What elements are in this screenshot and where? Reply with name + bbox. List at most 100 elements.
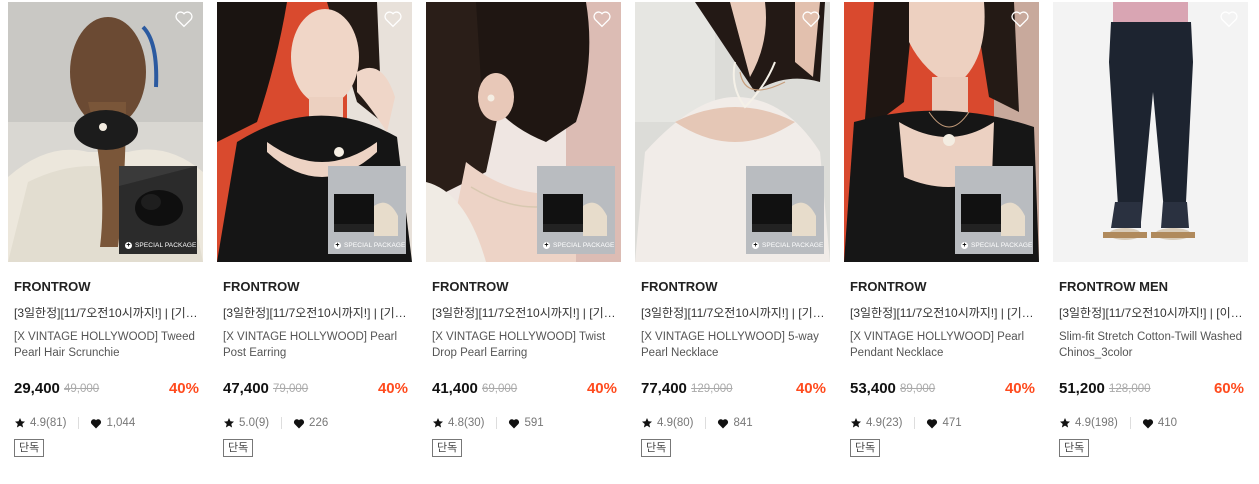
heart-icon [927, 418, 938, 428]
exclusive-badge: 단독 [223, 439, 254, 457]
plus-icon: + [752, 242, 759, 249]
sale-price: 41,400 [432, 380, 478, 397]
wishlist-button[interactable] [592, 10, 612, 28]
plus-icon: + [125, 242, 132, 249]
likes-count: 591 [524, 417, 544, 429]
product-stats: 5.0(9) 226 [223, 415, 328, 431]
brand-name[interactable]: FRONTROW [14, 279, 91, 294]
product-title[interactable]: [X VINTAGE HOLLYWOOD] Pearl Post Earring [223, 329, 409, 363]
likes-count: 410 [1157, 417, 1178, 429]
wishlist-button[interactable] [383, 10, 403, 28]
original-price: 129,000 [691, 383, 733, 395]
star-icon [15, 418, 25, 428]
star-icon [1060, 418, 1070, 428]
product-image[interactable] [1053, 2, 1248, 262]
sale-price: 51,200 [1059, 380, 1105, 397]
special-package-label: + SPECIAL PACKAGE [961, 242, 1033, 249]
special-package-label: + SPECIAL PACKAGE [752, 242, 824, 249]
likes-count: 1,044 [106, 417, 136, 429]
exclusive-badge: 단독 [432, 439, 463, 457]
discount-rate: 40% [377, 380, 408, 397]
product-stats: 4.9(23) 471 [850, 415, 962, 431]
discount-rate: 40% [795, 380, 826, 397]
product-title[interactable]: Slim-fit Stretch Cotton-Twill Washed Chi… [1059, 329, 1245, 363]
product-title-promo[interactable]: [3일한정][11/7오전10시까지!] | [기프… [14, 304, 200, 321]
product-image[interactable]: + SPECIAL PACKAGE [635, 2, 830, 262]
heart-icon [509, 418, 520, 428]
exclusive-badge: 단독 [850, 439, 881, 457]
sale-price: 29,400 [14, 380, 60, 397]
rating-text: 4.9(198) [1075, 417, 1118, 429]
sale-price: 53,400 [850, 380, 896, 397]
sale-price: 47,400 [223, 380, 269, 397]
product-image[interactable]: + SPECIAL PACKAGE [8, 2, 203, 262]
discount-rate: 60% [1213, 380, 1244, 397]
product-title[interactable]: [X VINTAGE HOLLYWOOD] Twist Drop Pearl E… [432, 329, 618, 363]
wishlist-button[interactable] [174, 10, 194, 28]
product-stats: 4.9(81) 1,044 [14, 415, 135, 431]
product-title-promo[interactable]: [3일한정][11/7오전10시까지!] | [기프… [432, 304, 618, 321]
brand-name[interactable]: FRONTROW [850, 279, 927, 294]
wishlist-button[interactable] [801, 10, 821, 28]
discount-rate: 40% [168, 380, 199, 397]
product-title-promo[interactable]: [3일한정][11/7오전10시까지!] | [이선… [1059, 304, 1245, 321]
special-package-label: + SPECIAL PACKAGE [334, 242, 406, 249]
brand-name[interactable]: FRONTROW [641, 279, 718, 294]
product-card[interactable]: + SPECIAL PACKAGE FRONTROW [3일한정][11/7오전1… [217, 2, 412, 472]
special-package-thumbnail: + SPECIAL PACKAGE [537, 166, 615, 254]
brand-name[interactable]: FRONTROW [432, 279, 509, 294]
heart-outline-icon [175, 11, 193, 28]
heart-outline-icon [1011, 11, 1029, 28]
heart-icon [293, 418, 305, 428]
likes-count: 471 [942, 417, 962, 429]
special-package-label: + SPECIAL PACKAGE [543, 242, 615, 249]
rating-text: 4.8(30) [448, 417, 485, 429]
brand-name[interactable]: FRONTROW [223, 279, 300, 294]
product-card[interactable]: + SPECIAL PACKAGE FRONTROW [3일한정][11/7오전1… [426, 2, 621, 472]
product-image[interactable]: + SPECIAL PACKAGE [217, 2, 412, 262]
product-title[interactable]: [X VINTAGE HOLLYWOOD] 5-way Pearl Neckla… [641, 329, 827, 363]
original-price: 89,000 [900, 383, 936, 395]
rating-text: 4.9(81) [30, 417, 67, 429]
exclusive-badge: 단독 [1059, 439, 1090, 457]
plus-icon: + [961, 242, 968, 249]
original-price: 79,000 [273, 383, 309, 395]
star-icon [224, 418, 234, 428]
exclusive-badge: 단독 [14, 439, 45, 457]
original-price: 69,000 [482, 383, 518, 395]
plus-icon: + [334, 242, 341, 249]
heart-outline-icon [802, 11, 820, 28]
discount-rate: 40% [586, 380, 617, 397]
product-card[interactable]: + SPECIAL PACKAGE FRONTROW [3일한정][11/7오전1… [635, 2, 830, 472]
special-package-thumbnail: + SPECIAL PACKAGE [955, 166, 1033, 254]
heart-icon [91, 418, 102, 428]
product-title-promo[interactable]: [3일한정][11/7오전10시까지!] | [기프… [223, 304, 409, 321]
product-stats: 4.9(80) 841 [641, 415, 753, 431]
product-title[interactable]: [X VINTAGE HOLLYWOOD] Pearl Pendant Neck… [850, 329, 1036, 363]
likes-count: 841 [733, 417, 753, 429]
exclusive-badge: 단독 [641, 439, 672, 457]
product-title-promo[interactable]: [3일한정][11/7오전10시까지!] | [기프… [641, 304, 827, 321]
product-card[interactable]: FRONTROW MEN [3일한정][11/7오전10시까지!] | [이선…… [1053, 2, 1248, 472]
product-card[interactable]: + SPECIAL PACKAGE FRONTROW [3일한정][11/7오전1… [844, 2, 1039, 472]
product-image[interactable]: + SPECIAL PACKAGE [844, 2, 1039, 262]
product-title-promo[interactable]: [3일한정][11/7오전10시까지!] | [기프… [850, 304, 1036, 321]
product-title[interactable]: [X VINTAGE HOLLYWOOD] Tweed Pearl Hair S… [14, 329, 200, 363]
heart-outline-icon [384, 11, 402, 28]
wishlist-button[interactable] [1010, 10, 1030, 28]
rating-text: 5.0(9) [239, 417, 270, 429]
product-card[interactable]: + SPECIAL PACKAGE FRONTROW [3일한정][11/7오전1… [8, 2, 203, 472]
heart-outline-icon [593, 11, 611, 28]
star-icon [433, 418, 443, 428]
sale-price: 77,400 [641, 380, 687, 397]
special-package-thumbnail: + SPECIAL PACKAGE [746, 166, 824, 254]
heart-outline-icon [1220, 11, 1238, 28]
brand-name[interactable]: FRONTROW MEN [1059, 279, 1168, 294]
heart-icon [1142, 418, 1153, 428]
original-price: 49,000 [64, 383, 100, 395]
wishlist-button[interactable] [1219, 10, 1239, 28]
star-icon [642, 418, 652, 428]
product-image[interactable]: + SPECIAL PACKAGE [426, 2, 621, 262]
special-package-thumbnail: + SPECIAL PACKAGE [119, 166, 197, 254]
likes-count: 226 [309, 417, 329, 429]
